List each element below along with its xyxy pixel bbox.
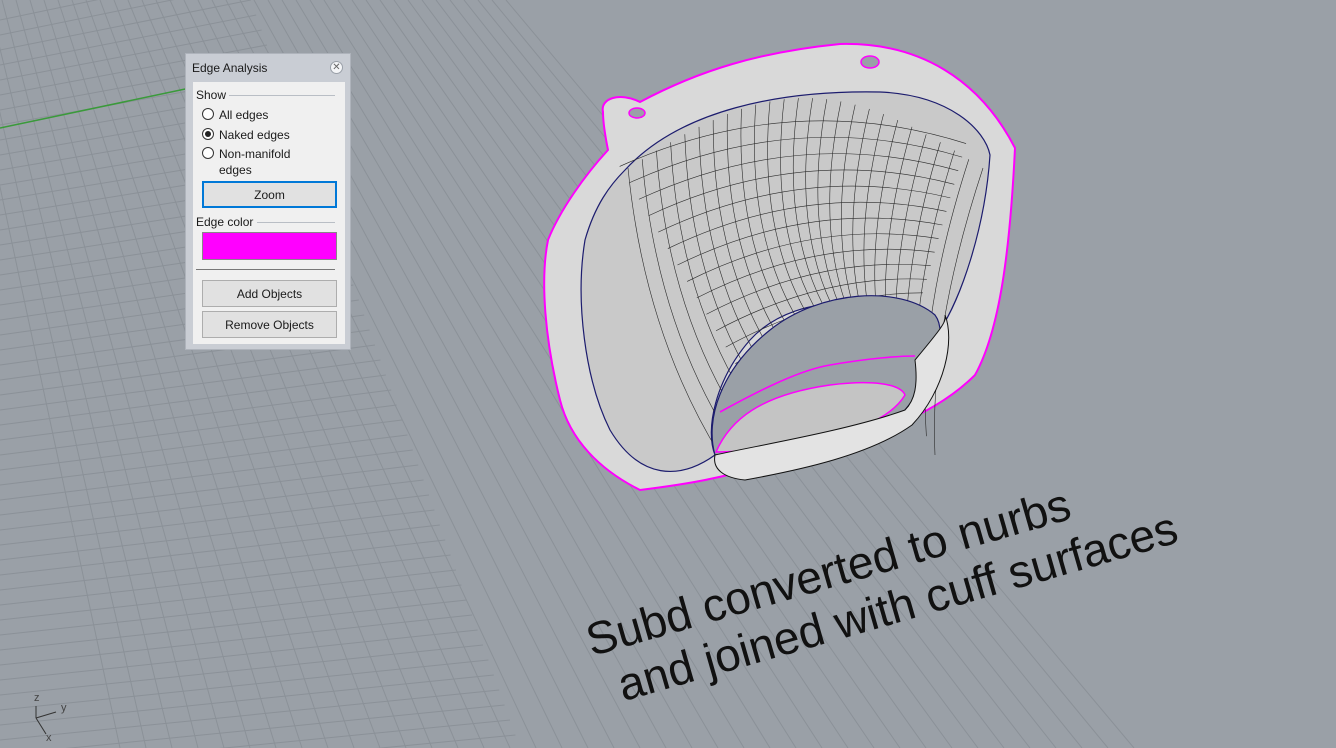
radio-naked-edges-label: Naked edges (219, 128, 290, 142)
axis-z-label: z (34, 692, 40, 704)
edge-analysis-panel[interactable]: Edge Analysis ✕ Show All edges Naked edg… (185, 53, 351, 350)
radio-non-manifold-edges[interactable]: Non-manifold edges (202, 146, 299, 178)
radio-button-icon[interactable] (202, 108, 214, 120)
show-section-label: Show (196, 88, 227, 102)
nurbs-object[interactable] (543, 42, 1017, 492)
add-objects-button[interactable]: Add Objects (202, 280, 337, 307)
radio-all-edges-label: All edges (219, 108, 269, 122)
panel-title: Edge Analysis (192, 61, 268, 75)
show-section-divider (229, 95, 335, 96)
mount-hole-right (860, 55, 880, 69)
axis-x-label: x (46, 732, 52, 744)
radio-button-icon[interactable] (202, 147, 214, 159)
radio-naked-edges[interactable]: Naked edges (202, 127, 299, 143)
panel-body: Show All edges Naked edges Non-manifold … (193, 82, 345, 344)
axis-y-label: y (61, 702, 67, 714)
zoom-button[interactable]: Zoom (202, 181, 337, 208)
radio-non-manifold-label: Non-manifold edges (219, 147, 291, 177)
radio-all-edges[interactable]: All edges (202, 107, 299, 123)
mount-hole-left (628, 107, 646, 119)
edge-color-label: Edge color (196, 215, 254, 229)
radio-button-selected-icon[interactable] (202, 128, 214, 140)
close-icon[interactable]: ✕ (330, 61, 343, 74)
edge-color-swatch[interactable] (202, 232, 337, 260)
edge-color-divider (257, 222, 335, 223)
panel-separator (196, 269, 335, 270)
remove-objects-button[interactable]: Remove Objects (202, 311, 337, 338)
